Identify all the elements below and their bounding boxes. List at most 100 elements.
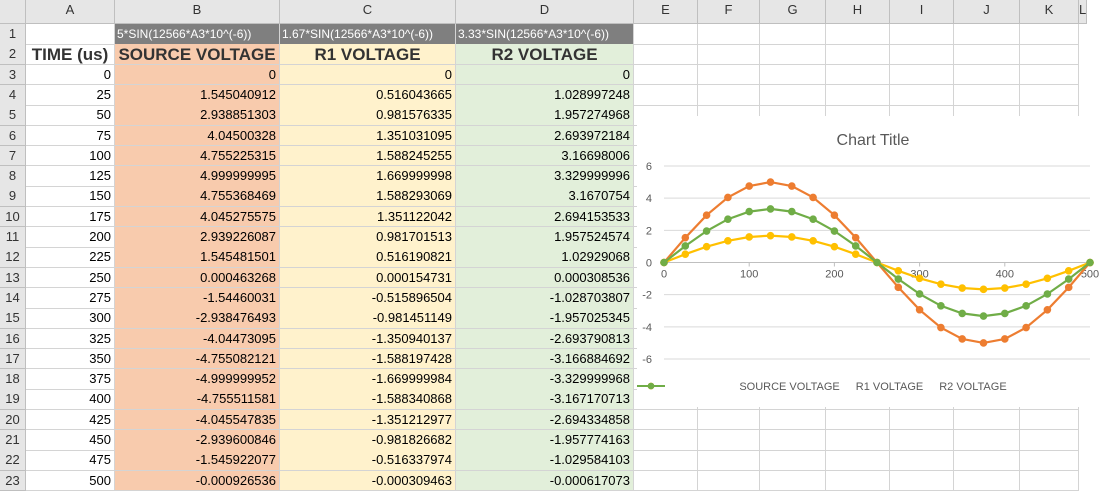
cell-B7[interactable]: 4.755225315 (115, 145, 280, 167)
cell-A14[interactable]: 275 (26, 287, 115, 309)
cell-F1[interactable] (698, 24, 760, 45)
cell-C14[interactable]: -0.515896504 (280, 287, 456, 309)
row-header-11[interactable]: 11 (0, 227, 26, 248)
cell-E4[interactable] (634, 84, 698, 106)
cell-A9[interactable]: 150 (26, 186, 115, 208)
cell-B21[interactable]: -2.939600846 (115, 430, 280, 451)
row-header-9[interactable]: 9 (0, 186, 26, 208)
cell-K1[interactable] (1020, 24, 1079, 45)
cell-H4[interactable] (826, 84, 890, 106)
cell-C16[interactable]: -1.350940137 (280, 328, 456, 350)
cell-G20[interactable] (760, 409, 826, 431)
row-header-1[interactable]: 1 (0, 24, 26, 45)
cell-G2[interactable] (760, 44, 826, 65)
cell-B9[interactable]: 4.755368469 (115, 186, 280, 208)
cell-J2[interactable] (954, 44, 1020, 65)
cell-H22[interactable] (826, 450, 890, 471)
cell-D10[interactable]: 2.694153533 (456, 206, 634, 228)
cell-G22[interactable] (760, 450, 826, 471)
cell-B19[interactable]: -4.755511581 (115, 389, 280, 411)
cell-C21[interactable]: -0.981826682 (280, 430, 456, 451)
cell-J22[interactable] (954, 450, 1020, 471)
cell-D11[interactable]: 1.957524574 (456, 227, 634, 248)
column-header-D[interactable]: D (456, 0, 634, 24)
formula-B1[interactable]: 5*SIN(12566*A3*10^(-6)) (115, 24, 280, 45)
cell-G1[interactable] (760, 24, 826, 45)
header-time[interactable]: TIME (us) (26, 44, 115, 65)
cell-C20[interactable]: -1.351212977 (280, 409, 456, 431)
column-header-A[interactable]: A (26, 0, 115, 24)
cell-A6[interactable]: 75 (26, 125, 115, 147)
column-header-E[interactable]: E (634, 0, 698, 24)
cell-A16[interactable]: 325 (26, 328, 115, 350)
cell-B4[interactable]: 1.545040912 (115, 84, 280, 106)
cell-E20[interactable] (634, 409, 698, 431)
column-header-B[interactable]: B (115, 0, 280, 24)
cell-B14[interactable]: -1.54460031 (115, 287, 280, 309)
cell-B12[interactable]: 1.545481501 (115, 247, 280, 268)
chart-legend[interactable]: SOURCE VOLTAGE R1 VOLTAGE R2 VOLTAGE (637, 381, 1109, 393)
row-header-5[interactable]: 5 (0, 105, 26, 126)
cell-J4[interactable] (954, 84, 1020, 106)
cell-C19[interactable]: -1.588340868 (280, 389, 456, 411)
cell-D22[interactable]: -1.029584103 (456, 450, 634, 471)
row-header-16[interactable]: 16 (0, 328, 26, 350)
cell-G23[interactable] (760, 470, 826, 491)
cell-C3[interactable]: 0 (280, 64, 456, 86)
cell-K2[interactable] (1020, 44, 1079, 65)
cell-C8[interactable]: 1.669999998 (280, 166, 456, 187)
cell-A23[interactable]: 500 (26, 470, 115, 491)
row-header-4[interactable]: 4 (0, 84, 26, 106)
cell-B5[interactable]: 2.938851303 (115, 105, 280, 126)
row-header-18[interactable]: 18 (0, 369, 26, 390)
row-header-3[interactable]: 3 (0, 64, 26, 86)
cell-F22[interactable] (698, 450, 760, 471)
cell-D7[interactable]: 3.16698006 (456, 145, 634, 167)
formula-D1[interactable]: 3.33*SIN(12566*A3*10^(-6)) (456, 24, 634, 45)
cell-D13[interactable]: 0.000308536 (456, 267, 634, 289)
cell-H23[interactable] (826, 470, 890, 491)
row-header-17[interactable]: 17 (0, 348, 26, 370)
cell-C9[interactable]: 1.588293069 (280, 186, 456, 208)
cell-F21[interactable] (698, 430, 760, 451)
cell-B17[interactable]: -4.755082121 (115, 348, 280, 370)
cell-I1[interactable] (890, 24, 954, 45)
cell-D4[interactable]: 1.028997248 (456, 84, 634, 106)
column-header-J[interactable]: J (954, 0, 1020, 24)
row-header-6[interactable]: 6 (0, 125, 26, 147)
cell-D23[interactable]: -0.000617073 (456, 470, 634, 491)
cell-D5[interactable]: 1.957274968 (456, 105, 634, 126)
cell-D17[interactable]: -3.166884692 (456, 348, 634, 370)
cell-I4[interactable] (890, 84, 954, 106)
row-header-15[interactable]: 15 (0, 308, 26, 329)
cell-F4[interactable] (698, 84, 760, 106)
cell-A19[interactable]: 400 (26, 389, 115, 411)
column-header-C[interactable]: C (280, 0, 456, 24)
cell-C23[interactable]: -0.000309463 (280, 470, 456, 491)
cell-D18[interactable]: -3.329999968 (456, 369, 634, 390)
cell-D20[interactable]: -2.694334858 (456, 409, 634, 431)
cell-I2[interactable] (890, 44, 954, 65)
row-header-8[interactable]: 8 (0, 166, 26, 187)
cell-E23[interactable] (634, 470, 698, 491)
cell-D21[interactable]: -1.957774163 (456, 430, 634, 451)
cell-E1[interactable] (634, 24, 698, 45)
cell-C18[interactable]: -1.669999984 (280, 369, 456, 390)
cell-C10[interactable]: 1.351122042 (280, 206, 456, 228)
cell-B15[interactable]: -2.938476493 (115, 308, 280, 329)
cell-F2[interactable] (698, 44, 760, 65)
cell-A11[interactable]: 200 (26, 227, 115, 248)
cell-C7[interactable]: 1.588245255 (280, 145, 456, 167)
cell-A18[interactable]: 375 (26, 369, 115, 390)
cell-F23[interactable] (698, 470, 760, 491)
cell-C22[interactable]: -0.516337974 (280, 450, 456, 471)
cell-J1[interactable] (954, 24, 1020, 45)
cell-A3[interactable]: 0 (26, 64, 115, 86)
column-header-G[interactable]: G (760, 0, 826, 24)
cell-F20[interactable] (698, 409, 760, 431)
row-header-10[interactable]: 10 (0, 206, 26, 228)
column-header-F[interactable]: F (698, 0, 760, 24)
column-header-K[interactable]: K (1020, 0, 1079, 24)
cell-H2[interactable] (826, 44, 890, 65)
cell-J23[interactable] (954, 470, 1020, 491)
